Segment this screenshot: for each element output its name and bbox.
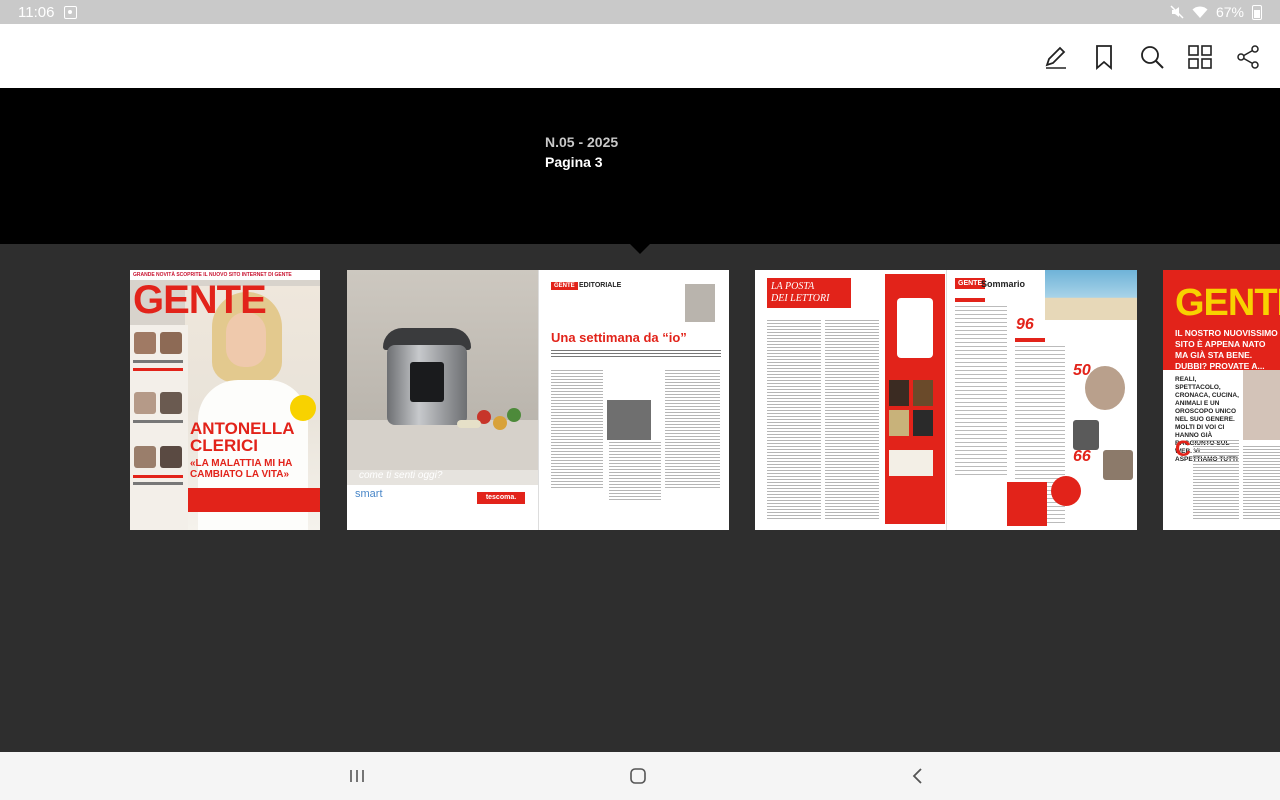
onion-shape (457, 420, 481, 428)
book-cover (889, 410, 909, 436)
cover-side-text (133, 360, 183, 363)
spread-divider (538, 270, 539, 530)
cover-mini-photo (160, 446, 182, 468)
cover-quote-line: CAMBIATO LA VITA» (190, 469, 290, 480)
toolbar (0, 24, 1280, 88)
editorial-lead (551, 350, 721, 358)
next-page-logo: GENTE (1175, 282, 1280, 324)
grid-view-icon[interactable] (1185, 42, 1215, 72)
share-icon[interactable] (1233, 42, 1263, 72)
herb-shape (507, 408, 521, 422)
promo-box (889, 450, 933, 476)
cover-mini-photo (134, 392, 156, 414)
sommario-circle-photo (1051, 476, 1081, 506)
phone-image (897, 298, 933, 358)
issue-header: N.05 - 2025 Pagina 3 (0, 88, 1280, 244)
next-page-photo (1243, 370, 1280, 440)
cover-mini-photo (160, 392, 182, 414)
ad-page: come ti senti oggi? smart tescoma. (347, 270, 538, 530)
text-column (1193, 440, 1239, 520)
editor-portrait (685, 284, 715, 322)
status-right: 67% (1170, 4, 1262, 20)
cover-quote-line: «LA MALATTIA MI HA (190, 458, 293, 469)
ad-brand-smart: smart (355, 488, 383, 500)
notification-icon (64, 5, 78, 19)
book-cover (913, 380, 933, 406)
wifi-icon (1192, 6, 1208, 18)
sommario-photo (1073, 420, 1099, 450)
text-column (609, 442, 661, 502)
letters-title: LA POSTA DEI LETTORI (767, 278, 851, 308)
editorial-section: EDITORIALE (579, 282, 622, 289)
status-bar: 11:06 67% (0, 0, 1280, 24)
issue-number: N.05 - 2025 (545, 134, 619, 150)
cover-red-banner (188, 488, 320, 512)
sommario-list (955, 306, 1007, 476)
search-icon[interactable] (1137, 42, 1167, 72)
cover-badge (290, 395, 316, 421)
page-thumbnail-spread-2-3[interactable]: come ti senti oggi? smart tescoma. GENTE… (347, 270, 729, 530)
text-column (665, 370, 720, 490)
sommario-heading (955, 298, 985, 302)
sommario-red-box (1007, 482, 1047, 526)
spread-divider (946, 270, 947, 530)
cover-side-text (133, 475, 183, 478)
cover-mini-photo (134, 446, 156, 468)
page-thumbnail-spread-4-5[interactable]: LA POSTA DEI LETTORI GENTE Sommario 96 5… (755, 270, 1137, 530)
sommario-heading (1015, 338, 1045, 342)
cover-logo: GENTE (133, 278, 267, 322)
cover-headline-line: CLERICI (190, 436, 258, 455)
page-indicator: Pagina 3 (545, 154, 603, 170)
sommario-beach-photo (1045, 270, 1137, 320)
page-thumbnail-cover[interactable]: GRANDE NOVITÀ SCOPRITE IL NUOVO SITO INT… (130, 270, 320, 530)
text-column (825, 320, 879, 520)
system-nav-bar (0, 752, 1280, 800)
home-icon[interactable] (618, 762, 658, 790)
back-icon[interactable] (898, 762, 938, 790)
text-column (551, 370, 603, 490)
ad-script-text: come ti senti oggi? (359, 470, 443, 481)
cover-quote: «LA MALATTIA MI HA CAMBIATO LA VITA» (190, 458, 292, 480)
cover-side-column (130, 325, 188, 530)
sommario-page-number: 66 (1073, 448, 1091, 465)
cover-headline: ANTONELLA CLERICI (190, 420, 295, 454)
sommario-page-number: 96 (1016, 316, 1034, 333)
pepper-shape (493, 416, 507, 430)
letters-title-line: DEI LETTORI (771, 293, 830, 304)
cover-mini-photo (134, 332, 156, 354)
page-thumbnail-next[interactable]: GENTE IL NOSTRO NUOVISSIMO SITO È APPENA… (1163, 270, 1280, 530)
current-page-pointer (630, 244, 650, 254)
editorial-photo (607, 400, 651, 440)
annotate-icon[interactable] (1041, 42, 1071, 72)
cover-mini-photo (160, 332, 182, 354)
cover-side-text (133, 482, 183, 485)
letters-page: LA POSTA DEI LETTORI (755, 270, 946, 530)
battery-percent: 67% (1215, 4, 1244, 20)
book-cover (889, 380, 909, 406)
editorial-tag: GENTE (551, 282, 578, 290)
sommario-title: Sommario (981, 279, 1026, 289)
cover-side-text (133, 368, 183, 371)
bookmark-icon[interactable] (1089, 42, 1119, 72)
ad-counter (347, 420, 538, 470)
editorial-title: Una settimana da “io” (551, 330, 687, 345)
text-column (1243, 446, 1280, 520)
pressure-cooker-panel (410, 362, 444, 402)
status-time: 11:06 (18, 3, 55, 21)
text-column (767, 320, 821, 520)
sommario-photo (1103, 450, 1133, 480)
mute-icon (1170, 5, 1184, 19)
next-page-drop-cap: C (1175, 436, 1191, 461)
recent-apps-icon[interactable] (337, 762, 377, 790)
book-cover (913, 410, 933, 436)
cover-headline-line: ANTONELLA (190, 419, 295, 438)
sommario-portrait (1085, 366, 1125, 410)
letters-title-line: LA POSTA (771, 281, 815, 292)
next-page-subtitle: IL NOSTRO NUOVISSIMO SITO È APPENA NATO … (1175, 328, 1278, 371)
cover-side-text (133, 420, 183, 423)
battery-icon (1252, 4, 1262, 20)
ad-logo-tescoma: tescoma. (477, 492, 525, 504)
